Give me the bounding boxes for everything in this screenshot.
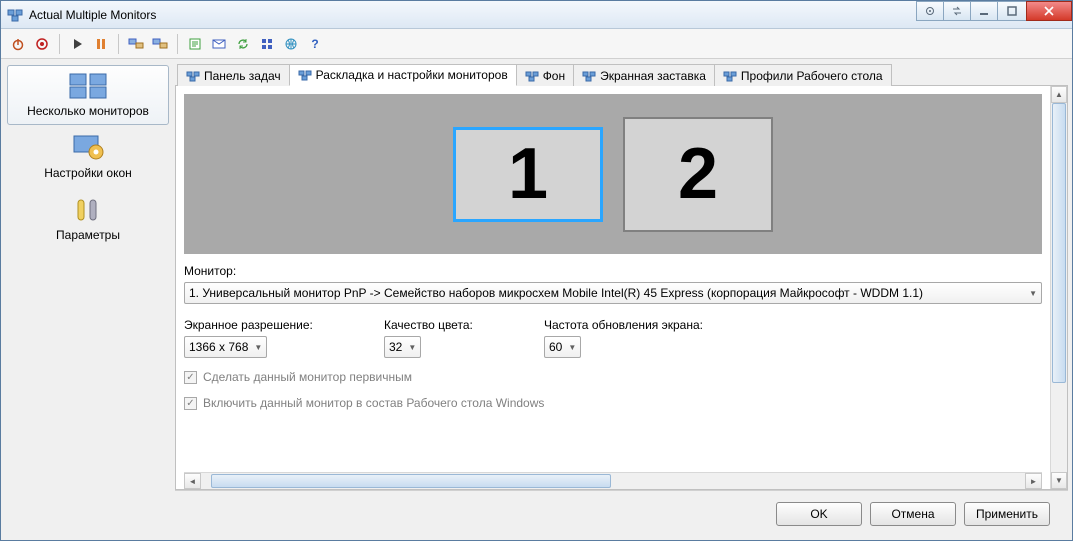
toolbar-separator	[59, 34, 60, 54]
sidebar-item-label: Параметры	[56, 228, 120, 242]
window-gear-icon	[68, 134, 108, 162]
dialog-footer: OK Отмена Применить	[175, 490, 1068, 536]
include-check-label: Включить данный монитор в состав Рабочег…	[203, 396, 544, 410]
content-area: 12 Монитор: 1. Универсальный монитор PnP…	[176, 86, 1050, 489]
tab-label: Раскладка и настройки мониторов	[316, 68, 508, 82]
tab-1[interactable]: Раскладка и настройки мониторов	[289, 64, 517, 86]
settings-window-button[interactable]	[916, 1, 944, 21]
power-icon[interactable]	[7, 33, 29, 55]
background-icon	[525, 69, 539, 83]
scroll-up-icon[interactable]: ▲	[1051, 86, 1067, 103]
window-buttons	[917, 1, 1072, 28]
toolbar-separator	[118, 34, 119, 54]
tab-label: Фон	[543, 69, 565, 83]
chevron-down-icon: ▼	[254, 343, 262, 352]
refresh-icon[interactable]	[232, 33, 254, 55]
target-icon[interactable]	[31, 33, 53, 55]
grid-icon[interactable]	[256, 33, 278, 55]
sidebar-item-label: Настройки окон	[44, 166, 132, 180]
toolbar-separator	[177, 34, 178, 54]
note-icon[interactable]	[184, 33, 206, 55]
scroll-left-icon[interactable]: ◄	[184, 473, 201, 489]
refresh-dropdown[interactable]: 60 ▼	[544, 336, 581, 358]
color-dropdown[interactable]: 32 ▼	[384, 336, 421, 358]
tab-strip: Панель задач Раскладка и настройки монито…	[175, 63, 1068, 86]
vertical-scrollbar[interactable]: ▲ ▼	[1050, 86, 1067, 489]
screens-b-icon[interactable]	[149, 33, 171, 55]
resolution-label: Экранное разрешение:	[184, 318, 384, 332]
pause-icon[interactable]	[90, 33, 112, 55]
monitor-1[interactable]: 1	[453, 127, 603, 222]
close-button[interactable]	[1026, 1, 1072, 21]
globe-icon[interactable]	[280, 33, 302, 55]
layout-icon	[298, 68, 312, 82]
cancel-button[interactable]: Отмена	[870, 502, 956, 526]
screens-a-icon[interactable]	[125, 33, 147, 55]
tab-0[interactable]: Панель задач	[177, 64, 290, 86]
primary-check-label: Сделать данный монитор первичным	[203, 370, 412, 384]
tab-content: 12 Монитор: 1. Универсальный монитор PnP…	[175, 86, 1068, 490]
monitor-dropdown[interactable]: 1. Универсальный монитор PnP -> Семейств…	[184, 282, 1042, 304]
titlebar: Actual Multiple Monitors	[1, 1, 1072, 29]
profiles-icon	[723, 69, 737, 83]
minimize-button[interactable]	[970, 1, 998, 21]
tools-icon	[68, 196, 108, 224]
monitor-row: Монитор: 1. Универсальный монитор PnP ->…	[184, 264, 1042, 304]
include-checkbox: ✓	[184, 397, 197, 410]
scroll-down-icon[interactable]: ▼	[1051, 472, 1067, 489]
refresh-label: Частота обновления экрана:	[544, 318, 1042, 332]
monitor-dropdown-value: 1. Универсальный монитор PnP -> Семейств…	[189, 286, 923, 300]
app-icon	[7, 7, 23, 23]
hscroll-track[interactable]	[201, 473, 1025, 489]
tab-label: Профили Рабочего стола	[741, 69, 883, 83]
tab-label: Панель задач	[204, 69, 281, 83]
display-settings-row: Экранное разрешение: 1366 x 768 ▼ Качест…	[184, 318, 1042, 358]
apply-button[interactable]: Применить	[964, 502, 1050, 526]
vscroll-thumb[interactable]	[1052, 103, 1066, 383]
tab-2[interactable]: Фон	[516, 64, 574, 86]
monitor-label: Монитор:	[184, 264, 1042, 278]
toolbar: ?	[1, 29, 1072, 59]
sidebar: Несколько мониторов Настройки окон Парамет…	[5, 63, 171, 536]
help-icon[interactable]: ?	[304, 33, 326, 55]
vscroll-track[interactable]	[1051, 103, 1067, 472]
tab-4[interactable]: Профили Рабочего стола	[714, 64, 892, 86]
main-panel: Панель задач Раскладка и настройки монито…	[175, 63, 1068, 536]
ok-button[interactable]: OK	[776, 502, 862, 526]
chevron-down-icon: ▼	[568, 343, 576, 352]
svg-text:?: ?	[311, 37, 318, 51]
color-label: Качество цвета:	[384, 318, 544, 332]
body: Несколько мониторов Настройки окон Парамет…	[1, 59, 1072, 540]
multi-monitors-icon	[68, 72, 108, 100]
refresh-value: 60	[549, 340, 562, 354]
sidebar-item-0[interactable]: Несколько мониторов	[7, 65, 169, 125]
tab-label: Экранная заставка	[600, 69, 706, 83]
swap-window-button[interactable]	[943, 1, 971, 21]
include-check-row: ✓ Включить данный монитор в состав Рабоч…	[184, 396, 1042, 410]
resolution-dropdown[interactable]: 1366 x 768 ▼	[184, 336, 267, 358]
tab-3[interactable]: Экранная заставка	[573, 64, 715, 86]
resolution-value: 1366 x 768	[189, 340, 248, 354]
monitor-layout-arena[interactable]: 12	[184, 94, 1042, 254]
primary-check-row: ✓ Сделать данный монитор первичным	[184, 370, 1042, 384]
sidebar-item-2[interactable]: Параметры	[7, 189, 169, 249]
scroll-right-icon[interactable]: ►	[1025, 473, 1042, 489]
play-icon[interactable]	[66, 33, 88, 55]
taskbar-icon	[186, 69, 200, 83]
chevron-down-icon: ▼	[408, 343, 416, 352]
horizontal-scrollbar[interactable]: ◄ ►	[184, 472, 1042, 489]
chevron-down-icon: ▼	[1029, 289, 1037, 298]
monitor-2[interactable]: 2	[623, 117, 773, 232]
primary-checkbox: ✓	[184, 371, 197, 384]
maximize-button[interactable]	[997, 1, 1027, 21]
hscroll-thumb[interactable]	[211, 474, 611, 488]
window-title: Actual Multiple Monitors	[29, 8, 917, 22]
color-value: 32	[389, 340, 402, 354]
app-window: Actual Multiple Monitors ? Несколько мон…	[0, 0, 1073, 541]
screensaver-icon	[582, 69, 596, 83]
sidebar-item-label: Несколько мониторов	[27, 104, 149, 118]
sidebar-item-1[interactable]: Настройки окон	[7, 127, 169, 187]
mail-icon[interactable]	[208, 33, 230, 55]
